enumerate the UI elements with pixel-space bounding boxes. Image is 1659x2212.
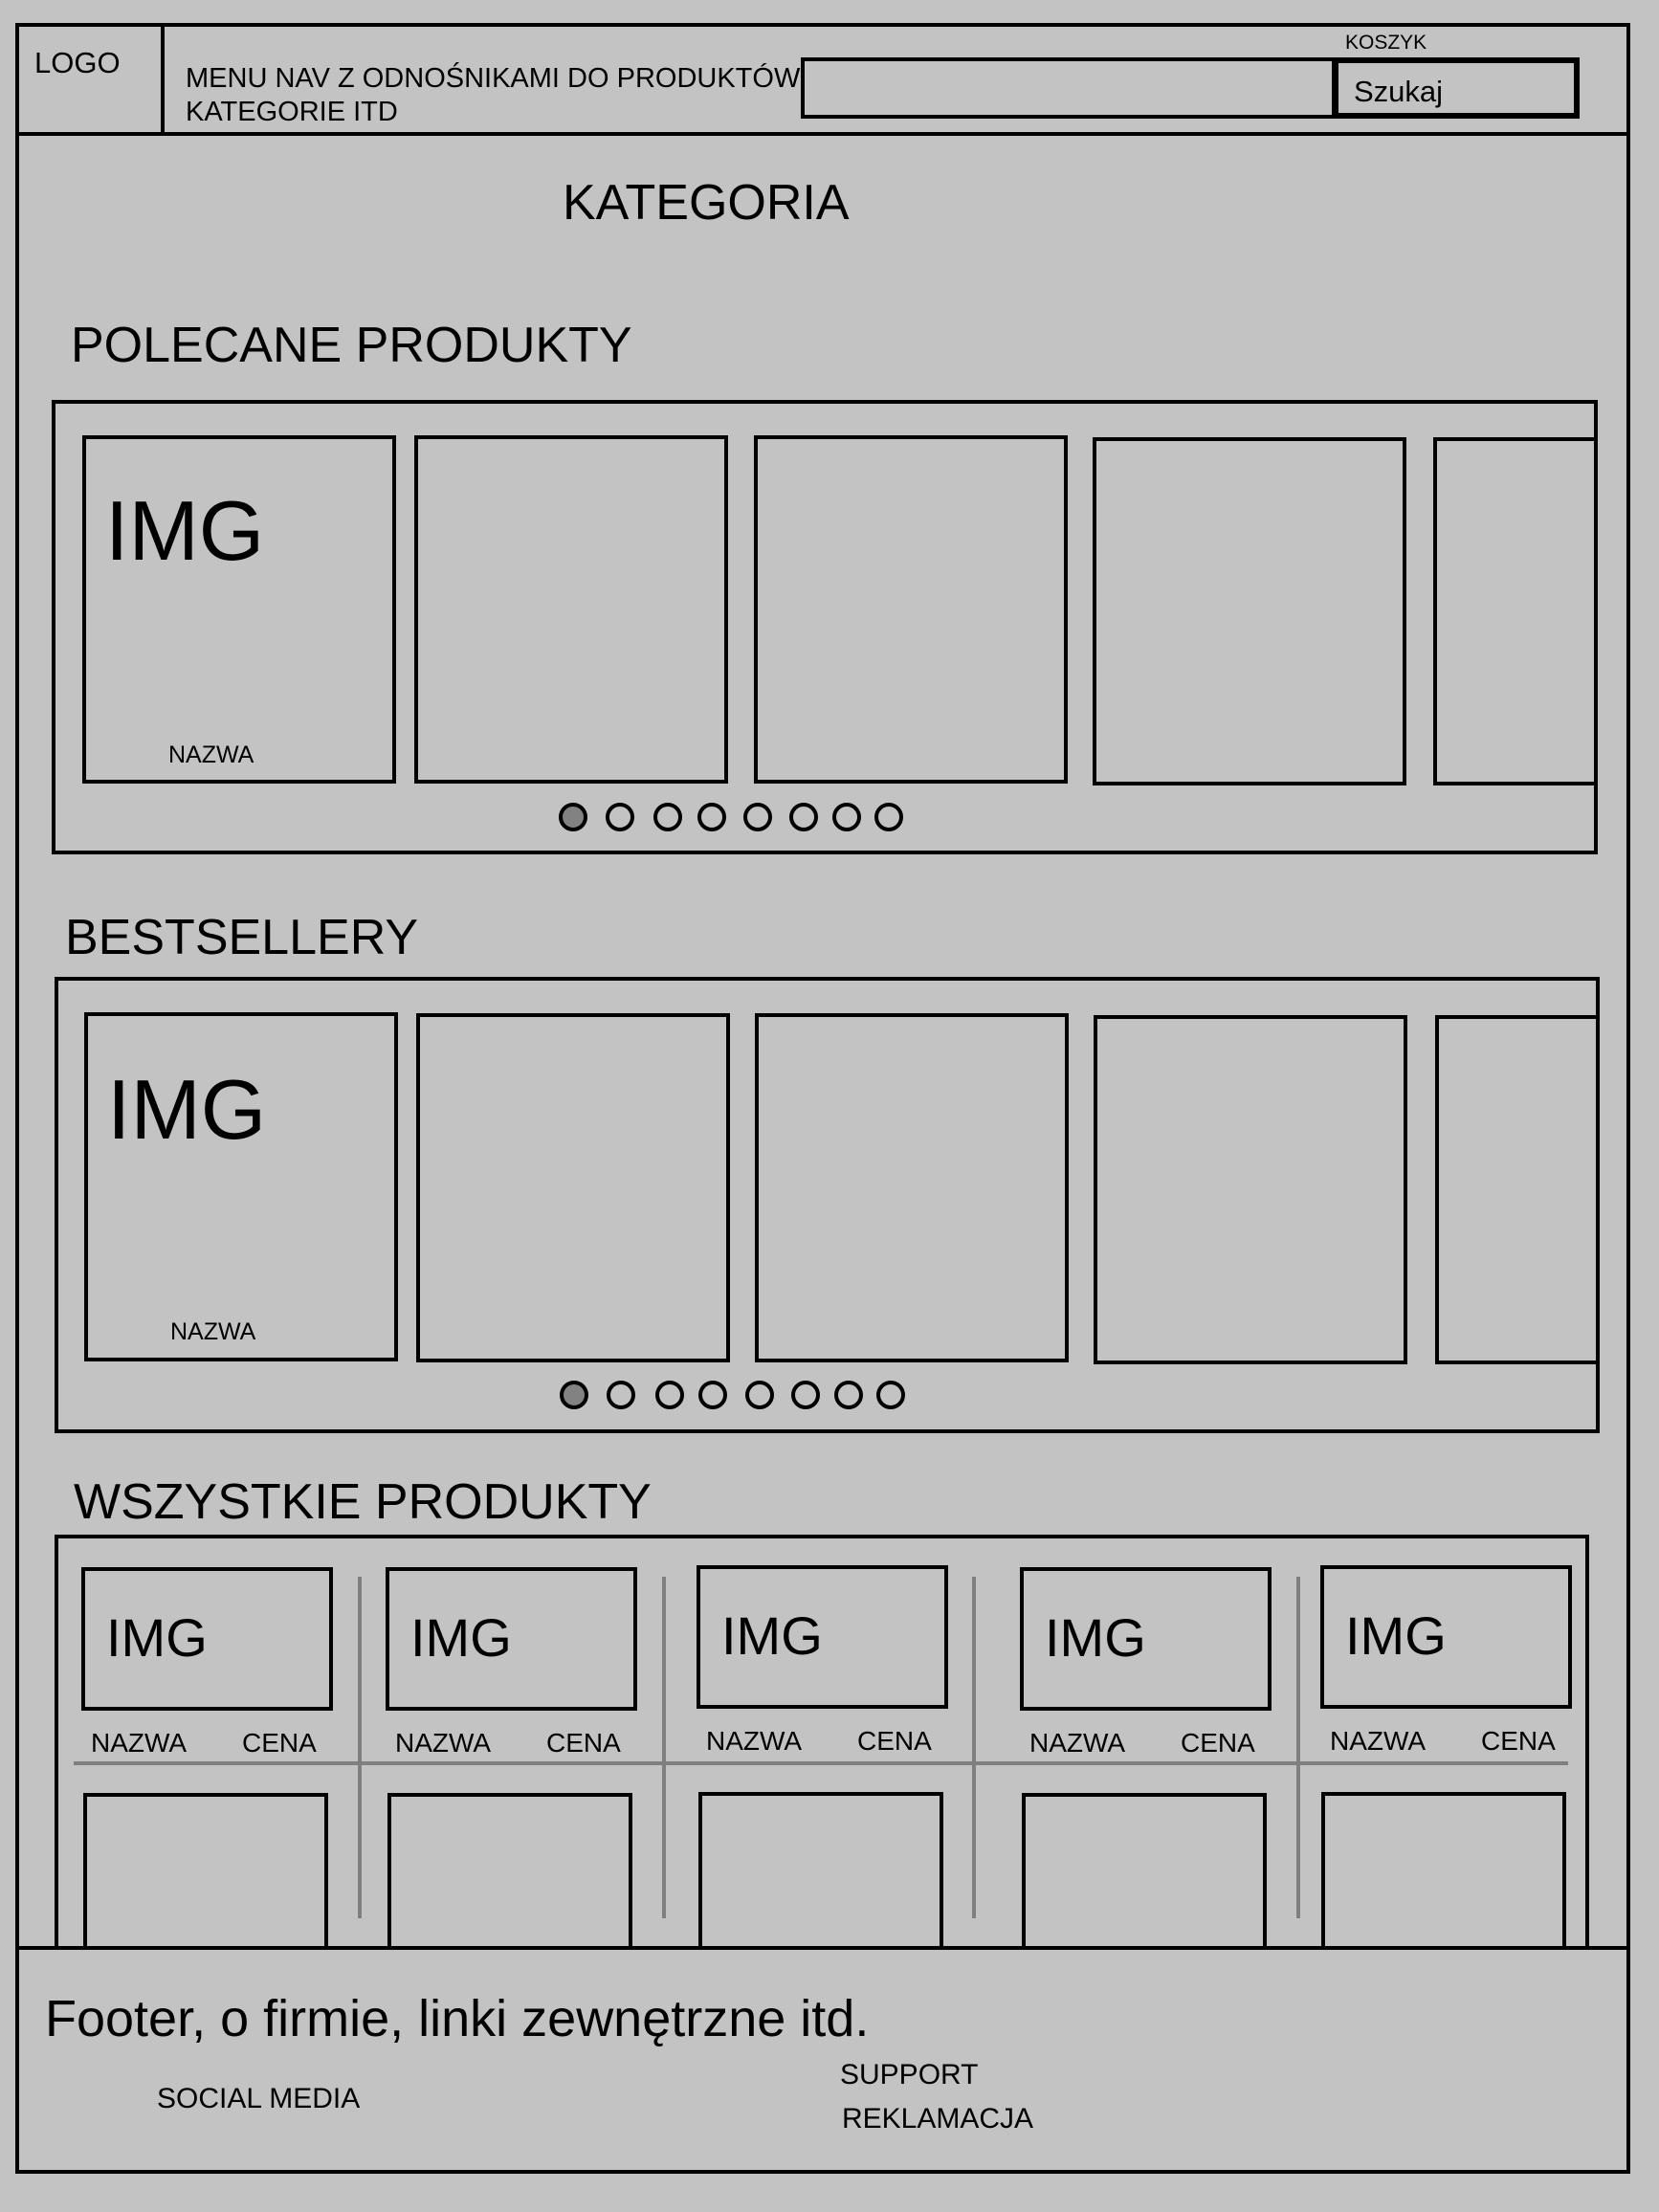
carousel-dot[interactable] xyxy=(789,803,818,831)
grid-column-separator xyxy=(972,1577,976,1918)
cart-link[interactable]: KOSZYK xyxy=(1345,33,1427,53)
product-card-image[interactable]: IMG xyxy=(81,1567,333,1711)
all-products-section-title: WSZYSTKIE PRODUKTY xyxy=(74,1474,652,1530)
carousel-dot[interactable] xyxy=(745,1381,774,1409)
featured-product-card[interactable] xyxy=(754,435,1068,784)
carousel-dot[interactable] xyxy=(560,1381,588,1409)
featured-product-card[interactable]: IMG NAZWA xyxy=(82,435,396,784)
bestseller-product-card[interactable] xyxy=(755,1013,1069,1362)
featured-product-card[interactable] xyxy=(414,435,728,784)
product-image-placeholder: IMG xyxy=(721,1605,823,1666)
carousel-dot[interactable] xyxy=(606,803,634,831)
product-name: NAZWA xyxy=(170,1318,256,1345)
carousel-dot[interactable] xyxy=(834,1381,863,1409)
carousel-dot[interactable] xyxy=(874,803,903,831)
product-image-placeholder: IMG xyxy=(107,1062,267,1157)
grid-column-separator xyxy=(1296,1577,1300,1918)
support-link[interactable]: SUPPORT xyxy=(840,2061,978,2090)
product-card-image[interactable]: IMG xyxy=(386,1567,637,1711)
social-media-link[interactable]: SOCIAL MEDIA xyxy=(157,2085,360,2113)
carousel-dot[interactable] xyxy=(791,1381,820,1409)
logo-text: LOGO xyxy=(34,46,121,79)
logo[interactable]: LOGO xyxy=(15,23,165,136)
product-card-image[interactable] xyxy=(387,1793,632,1948)
product-name[interactable]: NAZWA xyxy=(91,1730,187,1757)
featured-section-title: POLECANE PRODUKTY xyxy=(71,318,632,373)
product-card-image[interactable] xyxy=(1321,1792,1566,1947)
grid-row-separator xyxy=(74,1761,1568,1765)
product-card-image[interactable]: IMG xyxy=(697,1565,948,1709)
product-card-image[interactable]: IMG xyxy=(1020,1567,1272,1711)
product-image-placeholder: IMG xyxy=(410,1607,512,1668)
carousel-dot[interactable] xyxy=(876,1381,905,1409)
product-card-image[interactable]: IMG xyxy=(1320,1565,1572,1709)
grid-column-separator xyxy=(662,1577,666,1918)
nav-menu-line-1[interactable]: MENU NAV Z ODNOŚNIKAMI DO PRODUKTÓW xyxy=(186,65,800,93)
product-price: CENA xyxy=(1481,1726,1556,1756)
product-card-image[interactable] xyxy=(698,1792,943,1947)
product-name: NAZWA xyxy=(168,741,254,768)
product-image-placeholder: IMG xyxy=(106,1607,208,1668)
carousel-dot[interactable] xyxy=(832,803,861,831)
carousel-dot[interactable] xyxy=(698,1381,727,1409)
product-name[interactable]: NAZWA xyxy=(1330,1728,1426,1755)
bestseller-product-card[interactable]: IMG NAZWA xyxy=(84,1012,398,1361)
product-price: CENA xyxy=(1181,1728,1255,1758)
search-button-label: Szukaj xyxy=(1354,75,1444,108)
carousel-dot[interactable] xyxy=(653,803,682,831)
search-button[interactable]: Szukaj xyxy=(1333,57,1580,119)
product-price: CENA xyxy=(546,1728,621,1758)
carousel-dot[interactable] xyxy=(559,803,587,831)
product-card-image[interactable] xyxy=(1022,1793,1267,1948)
complaints-link[interactable]: REKLAMACJA xyxy=(842,2105,1033,2134)
product-image-placeholder: IMG xyxy=(1045,1607,1146,1668)
product-name[interactable]: NAZWA xyxy=(395,1730,491,1757)
nav-menu-line-2[interactable]: KATEGORIE ITD xyxy=(186,99,398,126)
product-card-image[interactable] xyxy=(83,1793,328,1948)
bestseller-product-card[interactable] xyxy=(416,1013,730,1362)
product-price: CENA xyxy=(242,1728,317,1758)
bestsellers-section-title: BESTSELLERY xyxy=(65,910,419,965)
carousel-dot[interactable] xyxy=(655,1381,684,1409)
bestseller-product-card[interactable] xyxy=(1094,1015,1407,1364)
footer xyxy=(15,1946,1630,2174)
bestseller-product-card-partial[interactable] xyxy=(1435,1015,1600,1364)
product-price: CENA xyxy=(857,1726,932,1756)
carousel-dot[interactable] xyxy=(607,1381,635,1409)
product-name[interactable]: NAZWA xyxy=(1029,1730,1125,1757)
product-image-placeholder: IMG xyxy=(105,483,265,578)
category-title: KATEGORIA xyxy=(563,175,850,231)
carousel-dot[interactable] xyxy=(743,803,772,831)
search-input[interactable] xyxy=(801,57,1336,119)
featured-product-card-partial[interactable] xyxy=(1433,437,1598,785)
grid-column-separator xyxy=(358,1577,362,1918)
product-image-placeholder: IMG xyxy=(1345,1605,1447,1666)
carousel-dot[interactable] xyxy=(697,803,726,831)
featured-product-card[interactable] xyxy=(1093,437,1406,785)
footer-text: Footer, o firmie, linki zewnętrzne itd. xyxy=(45,1990,870,2047)
product-name[interactable]: NAZWA xyxy=(706,1728,802,1755)
